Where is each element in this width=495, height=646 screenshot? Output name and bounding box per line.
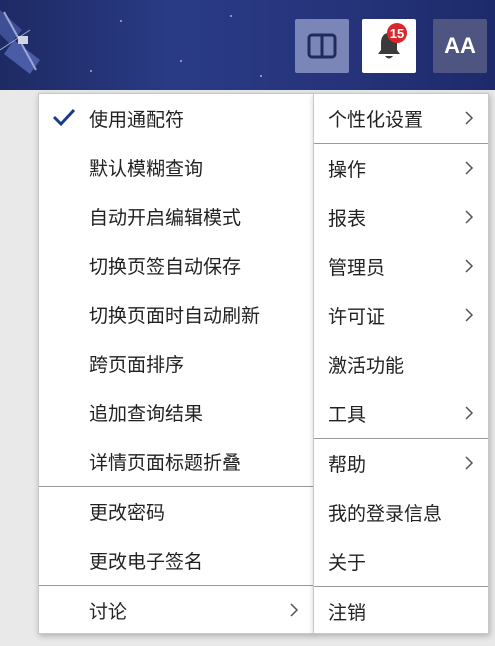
- submenu-item-label: 更改密码: [89, 502, 166, 524]
- submenu-item-label: 切换页签自动保存: [89, 256, 242, 278]
- submenu-item-label: 详情页面标题折叠: [89, 452, 242, 474]
- menu-item-about[interactable]: 关于: [314, 537, 488, 586]
- menu-item-label: 操作: [328, 159, 367, 181]
- submenu-item-cross-page-sort[interactable]: 跨页面排序: [39, 339, 313, 388]
- chevron-right-icon: [465, 456, 474, 470]
- menu-item-operations[interactable]: 操作: [314, 144, 488, 193]
- menu-item-tools[interactable]: 工具: [314, 389, 488, 438]
- submenu-item-change-password[interactable]: 更改密码: [39, 487, 313, 536]
- menu-item-license[interactable]: 许可证: [314, 291, 488, 340]
- menu-item-help[interactable]: 帮助: [314, 439, 488, 488]
- menu-item-label: 许可证: [328, 306, 386, 328]
- menu-item-label: 管理员: [328, 257, 386, 279]
- chevron-right-icon: [465, 111, 474, 125]
- submenu-item-label: 更改电子签名: [89, 551, 204, 573]
- chevron-right-icon: [465, 161, 474, 175]
- submenu-item-collapse-title[interactable]: 详情页面标题折叠: [39, 437, 313, 486]
- submenu-item-append-results[interactable]: 追加查询结果: [39, 388, 313, 437]
- split-layout-icon: [307, 33, 337, 59]
- submenu-item-label: 追加查询结果: [89, 403, 204, 425]
- star: [90, 70, 92, 72]
- menu-item-label: 报表: [328, 208, 367, 230]
- menu-item-logout[interactable]: 注销: [314, 587, 488, 636]
- submenu-item-change-signature[interactable]: 更改电子签名: [39, 536, 313, 585]
- header-bar: 15 AA: [0, 0, 495, 90]
- submenu-item-auto-edit-mode[interactable]: 自动开启编辑模式: [39, 192, 313, 241]
- star: [260, 75, 262, 77]
- checkmark-icon: [52, 108, 76, 127]
- layout-toggle-button[interactable]: [295, 19, 349, 73]
- menu-item-label: 工具: [328, 404, 367, 426]
- chevron-right-icon: [465, 308, 474, 322]
- submenu-item-label: 切换页面时自动刷新: [89, 305, 261, 327]
- star: [120, 20, 122, 22]
- user-main-menu: 个性化设置 操作 报表 管理员 许可证 激活功能 工具 帮助 我的登录信息 关于…: [313, 93, 489, 634]
- star: [180, 60, 182, 62]
- star: [230, 15, 232, 17]
- notification-badge: 15: [387, 23, 407, 43]
- submenu-item-label: 讨论: [89, 601, 128, 623]
- submenu-item-discussion[interactable]: 讨论: [39, 586, 313, 635]
- satellite-graphic: [0, 10, 40, 74]
- chevron-right-icon: [465, 406, 474, 420]
- submenu-item-label: 默认模糊查询: [89, 158, 204, 180]
- menu-item-personalization[interactable]: 个性化设置: [314, 94, 488, 143]
- submenu-item-tab-auto-save[interactable]: 切换页签自动保存: [39, 241, 313, 290]
- submenu-item-default-fuzzy-query[interactable]: 默认模糊查询: [39, 143, 313, 192]
- menu-item-my-login-info[interactable]: 我的登录信息: [314, 488, 488, 537]
- menu-item-admin[interactable]: 管理员: [314, 242, 488, 291]
- chevron-right-icon: [465, 210, 474, 224]
- menu-item-activate-features[interactable]: 激活功能: [314, 340, 488, 389]
- personalization-submenu: 使用通配符 默认模糊查询 自动开启编辑模式 切换页签自动保存 切换页面时自动刷新…: [38, 93, 314, 634]
- notifications-button[interactable]: 15: [362, 19, 416, 73]
- menu-item-label: 激活功能: [328, 355, 405, 377]
- menu-item-label: 关于: [328, 552, 367, 574]
- menu-item-label: 个性化设置: [328, 109, 424, 131]
- chevron-right-icon: [290, 603, 299, 617]
- submenu-item-use-wildcard[interactable]: 使用通配符: [39, 94, 313, 143]
- chevron-right-icon: [465, 259, 474, 273]
- menu-item-label: 注销: [328, 602, 367, 624]
- submenu-item-label: 跨页面排序: [89, 354, 185, 376]
- submenu-item-label: 自动开启编辑模式: [89, 207, 242, 229]
- menu-item-label: 帮助: [328, 454, 367, 476]
- submenu-item-label: 使用通配符: [89, 109, 185, 131]
- font-size-button[interactable]: AA: [433, 19, 487, 73]
- menu-item-reports[interactable]: 报表: [314, 193, 488, 242]
- submenu-item-auto-refresh[interactable]: 切换页面时自动刷新: [39, 290, 313, 339]
- menu-item-label: 我的登录信息: [328, 503, 443, 525]
